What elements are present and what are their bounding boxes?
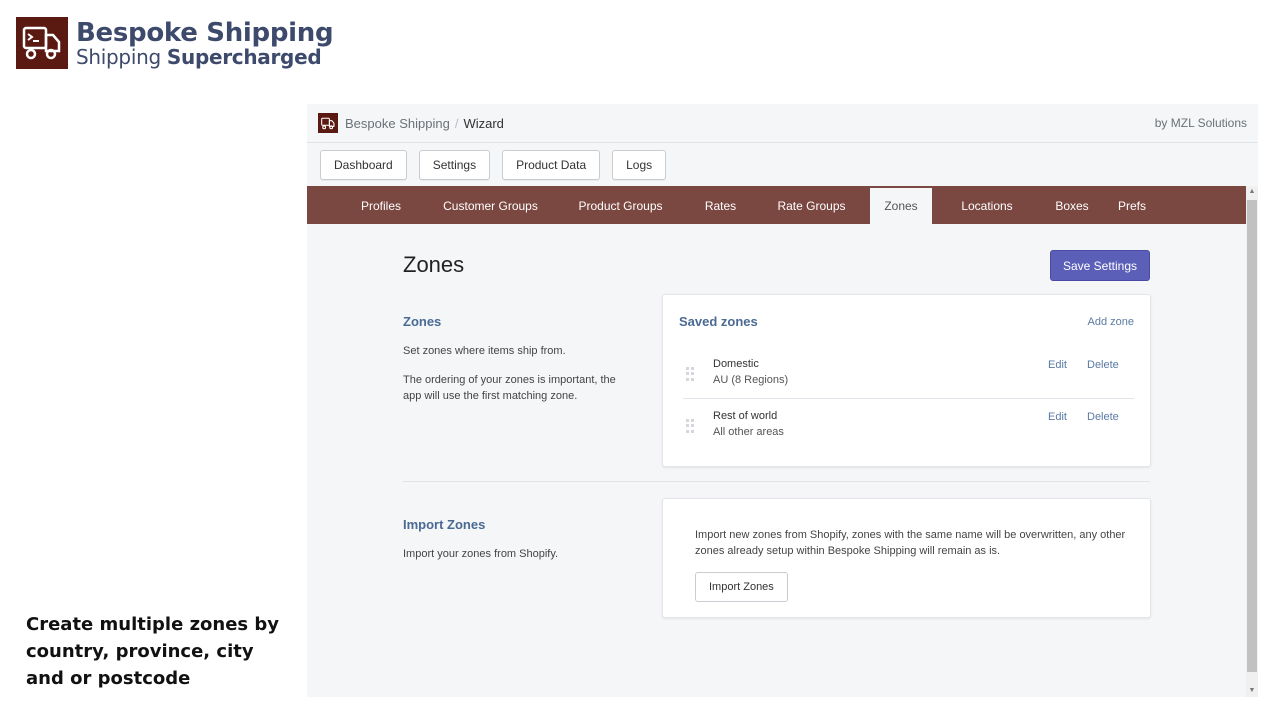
import-zones-button[interactable]: Import Zones [695, 572, 788, 602]
app-topbar: Bespoke Shipping / Wizard by MZL Solutio… [307, 104, 1258, 143]
delete-zone-link[interactable]: Delete [1087, 359, 1119, 371]
tab-customer-groups[interactable]: Customer Groups [418, 188, 563, 224]
byline: by MZL Solutions [1154, 116, 1247, 130]
brand-subtitle-bold: Supercharged [166, 44, 322, 69]
import-card-text: Import new zones from Shopify, zones wit… [695, 529, 1126, 557]
tab-rates[interactable]: Rates [678, 188, 763, 224]
section-divider [403, 481, 1150, 482]
import-section-title: Import Zones [403, 517, 486, 532]
zone-divider [683, 398, 1134, 399]
zones-section-text2: The ordering of your zones is important,… [403, 374, 616, 402]
app-window: Bespoke Shipping / Wizard by MZL Solutio… [307, 104, 1258, 697]
drag-handle-icon[interactable] [686, 419, 694, 433]
truck-terminal-icon [16, 17, 68, 69]
tab-boxes[interactable]: Boxes [1042, 188, 1102, 224]
import-zones-card: Import new zones from Shopify, zones wit… [662, 498, 1151, 618]
tab-rate-groups[interactable]: Rate Groups [763, 188, 860, 224]
breadcrumb-app[interactable]: Bespoke Shipping [345, 116, 450, 131]
vertical-scrollbar[interactable]: ▲ ▼ [1246, 186, 1258, 697]
add-zone-link[interactable]: Add zone [1088, 316, 1134, 328]
scroll-up-arrow-icon[interactable]: ▲ [1246, 186, 1258, 198]
page-title: Zones [403, 252, 465, 277]
scroll-down-arrow-icon[interactable]: ▼ [1246, 685, 1258, 697]
zone-row-domestic: Domestic AU (8 Regions) Edit Delete [673, 358, 1134, 410]
zone-desc: AU (8 Regions) [713, 374, 789, 386]
top-button-row: Dashboard Settings Product Data Logs [307, 143, 1258, 186]
edit-zone-link[interactable]: Edit [1048, 359, 1067, 371]
saved-zones-title: Saved zones [679, 314, 758, 329]
edit-zone-link[interactable]: Edit [1048, 411, 1067, 423]
import-section-text: Import your zones from Shopify. [403, 548, 559, 560]
brand-subtitle-light: Shipping [76, 44, 167, 69]
breadcrumb-page: Wizard [463, 115, 504, 131]
drag-handle-icon[interactable] [686, 367, 694, 381]
brand-header: Bespoke Shipping Shipping Supercharged [16, 17, 334, 69]
app-logo-icon [318, 113, 338, 133]
tab-bar: Profiles Customer Groups Product Groups … [307, 186, 1246, 224]
feature-caption: Create multiple zones by country, provin… [26, 614, 280, 689]
zone-row-rest-of-world: Rest of world All other areas Edit Delet… [673, 410, 1134, 462]
save-settings-button[interactable]: Save Settings [1049, 250, 1150, 281]
tab-product-groups[interactable]: Product Groups [563, 188, 678, 224]
tab-prefs[interactable]: Prefs [1102, 188, 1162, 224]
delete-zone-link[interactable]: Delete [1087, 411, 1119, 423]
logs-button[interactable]: Logs [612, 149, 667, 180]
breadcrumb-separator: / [454, 115, 459, 131]
scroll-thumb[interactable] [1247, 200, 1257, 672]
zone-desc: All other areas [713, 426, 784, 438]
settings-button[interactable]: Settings [418, 149, 491, 180]
tab-zones[interactable]: Zones [870, 188, 932, 224]
tab-profiles[interactable]: Profiles [344, 188, 418, 224]
zone-name: Rest of world [713, 410, 778, 422]
dashboard-button[interactable]: Dashboard [320, 149, 407, 180]
saved-zones-card: Saved zones Add zone Domestic AU (8 Regi… [662, 294, 1151, 467]
product-data-button[interactable]: Product Data [502, 149, 601, 180]
tab-locations[interactable]: Locations [932, 188, 1042, 224]
zone-name: Domestic [713, 358, 759, 370]
zones-section-text1: Set zones where items ship from. [403, 345, 566, 357]
brand-subtitle: Shipping Supercharged [76, 47, 333, 67]
brand-title: Bespoke Shipping [76, 17, 334, 48]
zones-section-title: Zones [403, 314, 442, 329]
